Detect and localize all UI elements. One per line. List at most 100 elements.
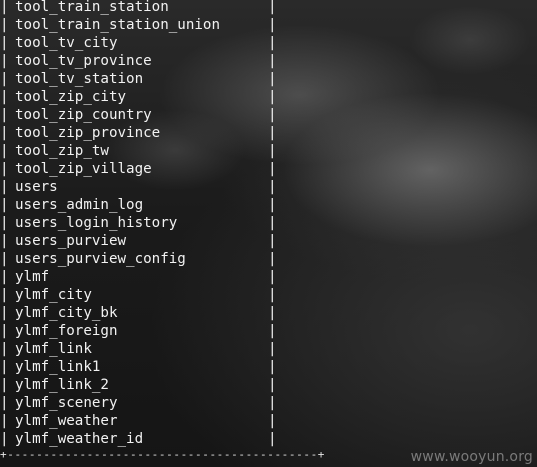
- row-left-border: |: [0, 431, 9, 447]
- table-row: | ylmf_city |: [0, 286, 277, 304]
- row-right-border: |: [268, 179, 277, 195]
- table-row: | tool_tv_city |: [0, 34, 277, 52]
- row-right-border: |: [268, 359, 277, 375]
- table-row: | tool_tv_province |: [0, 52, 277, 70]
- row-left-border: |: [0, 0, 9, 15]
- table-name-cell: ylmf: [15, 269, 50, 285]
- query-result-table: | tool_train_station | | tool_train_station_…: [0, 0, 277, 448]
- table-row: | users_login_history |: [0, 214, 277, 232]
- table-name-cell: tool_tv_city: [15, 35, 118, 51]
- table-name-cell: ylmf_city: [15, 287, 92, 303]
- table-name-cell: tool_tv_station: [15, 71, 144, 87]
- table-name-cell: ylmf_link1: [15, 359, 101, 375]
- table-row: | tool_tv_station |: [0, 70, 277, 88]
- watermark-text: www.wooyun.org: [410, 449, 533, 465]
- table-row: | ylmf_link |: [0, 340, 277, 358]
- row-right-border: |: [268, 431, 277, 447]
- table-name-cell: users_admin_log: [15, 197, 144, 213]
- row-left-border: |: [0, 377, 9, 393]
- row-right-border: |: [268, 395, 277, 411]
- row-left-border: |: [0, 413, 9, 429]
- row-right-border: |: [268, 0, 277, 15]
- table-name-cell: ylmf_link_2: [15, 377, 109, 393]
- table-name-cell: tool_train_station: [15, 0, 169, 15]
- row-right-border: |: [268, 197, 277, 213]
- table-row: | ylmf_weather_id |: [0, 430, 277, 448]
- row-left-border: |: [0, 17, 9, 33]
- table-name-cell: ylmf_link: [15, 341, 92, 357]
- row-right-border: |: [268, 107, 277, 123]
- row-right-border: |: [268, 269, 277, 285]
- row-left-border: |: [0, 107, 9, 123]
- table-row: | users_purview_config |: [0, 250, 277, 268]
- table-row: | tool_zip_tw |: [0, 142, 277, 160]
- row-left-border: |: [0, 161, 9, 177]
- table-row: | users |: [0, 178, 277, 196]
- table-name-cell: ylmf_weather_id: [15, 431, 144, 447]
- table-name-cell: tool_zip_city: [15, 89, 127, 105]
- row-right-border: |: [268, 17, 277, 33]
- row-right-border: |: [268, 71, 277, 87]
- terminal-window[interactable]: | tool_train_station | | tool_train_station_…: [0, 0, 537, 467]
- table-name-cell: tool_train_station_union: [15, 17, 220, 33]
- table-name-cell: users_purview_config: [15, 251, 186, 267]
- table-name-cell: ylmf_weather: [15, 413, 118, 429]
- row-left-border: |: [0, 143, 9, 159]
- row-left-border: |: [0, 287, 9, 303]
- row-left-border: |: [0, 197, 9, 213]
- row-left-border: |: [0, 341, 9, 357]
- table-name-cell: tool_tv_province: [15, 53, 152, 69]
- table-row: | tool_zip_city |: [0, 88, 277, 106]
- table-row: | ylmf_link1 |: [0, 358, 277, 376]
- table-name-cell: tool_zip_province: [15, 125, 161, 141]
- row-right-border: |: [268, 35, 277, 51]
- row-right-border: |: [268, 233, 277, 249]
- row-left-border: |: [0, 251, 9, 267]
- table-name-cell: tool_zip_village: [15, 161, 152, 177]
- row-left-border: |: [0, 179, 9, 195]
- row-right-border: |: [268, 161, 277, 177]
- row-left-border: |: [0, 323, 9, 339]
- table-row: | tool_train_station |: [0, 0, 277, 16]
- row-left-border: |: [0, 359, 9, 375]
- row-left-border: |: [0, 305, 9, 321]
- table-row: | ylmf_city_bk |: [0, 304, 277, 322]
- table-name-cell: ylmf_city_bk: [15, 305, 118, 321]
- row-right-border: |: [268, 125, 277, 141]
- row-right-border: |: [268, 323, 277, 339]
- table-name-cell: ylmf_foreign: [15, 323, 118, 339]
- row-left-border: |: [0, 35, 9, 51]
- table-name-cell: ylmf_scenery: [15, 395, 118, 411]
- table-row: | ylmf_weather |: [0, 412, 277, 430]
- table-row: | tool_zip_village |: [0, 160, 277, 178]
- row-left-border: |: [0, 53, 9, 69]
- row-right-border: |: [268, 251, 277, 267]
- table-row: | ylmf_link_2 |: [0, 376, 277, 394]
- row-left-border: |: [0, 125, 9, 141]
- table-row: | tool_zip_country |: [0, 106, 277, 124]
- row-left-border: |: [0, 233, 9, 249]
- row-right-border: |: [268, 143, 277, 159]
- row-left-border: |: [0, 89, 9, 105]
- row-left-border: |: [0, 395, 9, 411]
- table-row: | ylmf |: [0, 268, 277, 286]
- table-row: | tool_zip_province |: [0, 124, 277, 142]
- table-name-cell: tool_zip_tw: [15, 143, 109, 159]
- row-right-border: |: [268, 89, 277, 105]
- table-row: | users_admin_log |: [0, 196, 277, 214]
- table-name-cell: users_purview: [15, 233, 127, 249]
- table-row: | users_purview |: [0, 232, 277, 250]
- table-row: | ylmf_scenery |: [0, 394, 277, 412]
- table-row: | tool_train_station_union |: [0, 16, 277, 34]
- row-right-border: |: [268, 215, 277, 231]
- row-left-border: |: [0, 71, 9, 87]
- table-name-cell: users_login_history: [15, 215, 178, 231]
- row-left-border: |: [0, 215, 9, 231]
- table-row: | ylmf_foreign |: [0, 322, 277, 340]
- row-right-border: |: [268, 341, 277, 357]
- table-name-cell: tool_zip_country: [15, 107, 152, 123]
- row-right-border: |: [268, 53, 277, 69]
- row-right-border: |: [268, 377, 277, 393]
- row-left-border: |: [0, 269, 9, 285]
- row-right-border: |: [268, 305, 277, 321]
